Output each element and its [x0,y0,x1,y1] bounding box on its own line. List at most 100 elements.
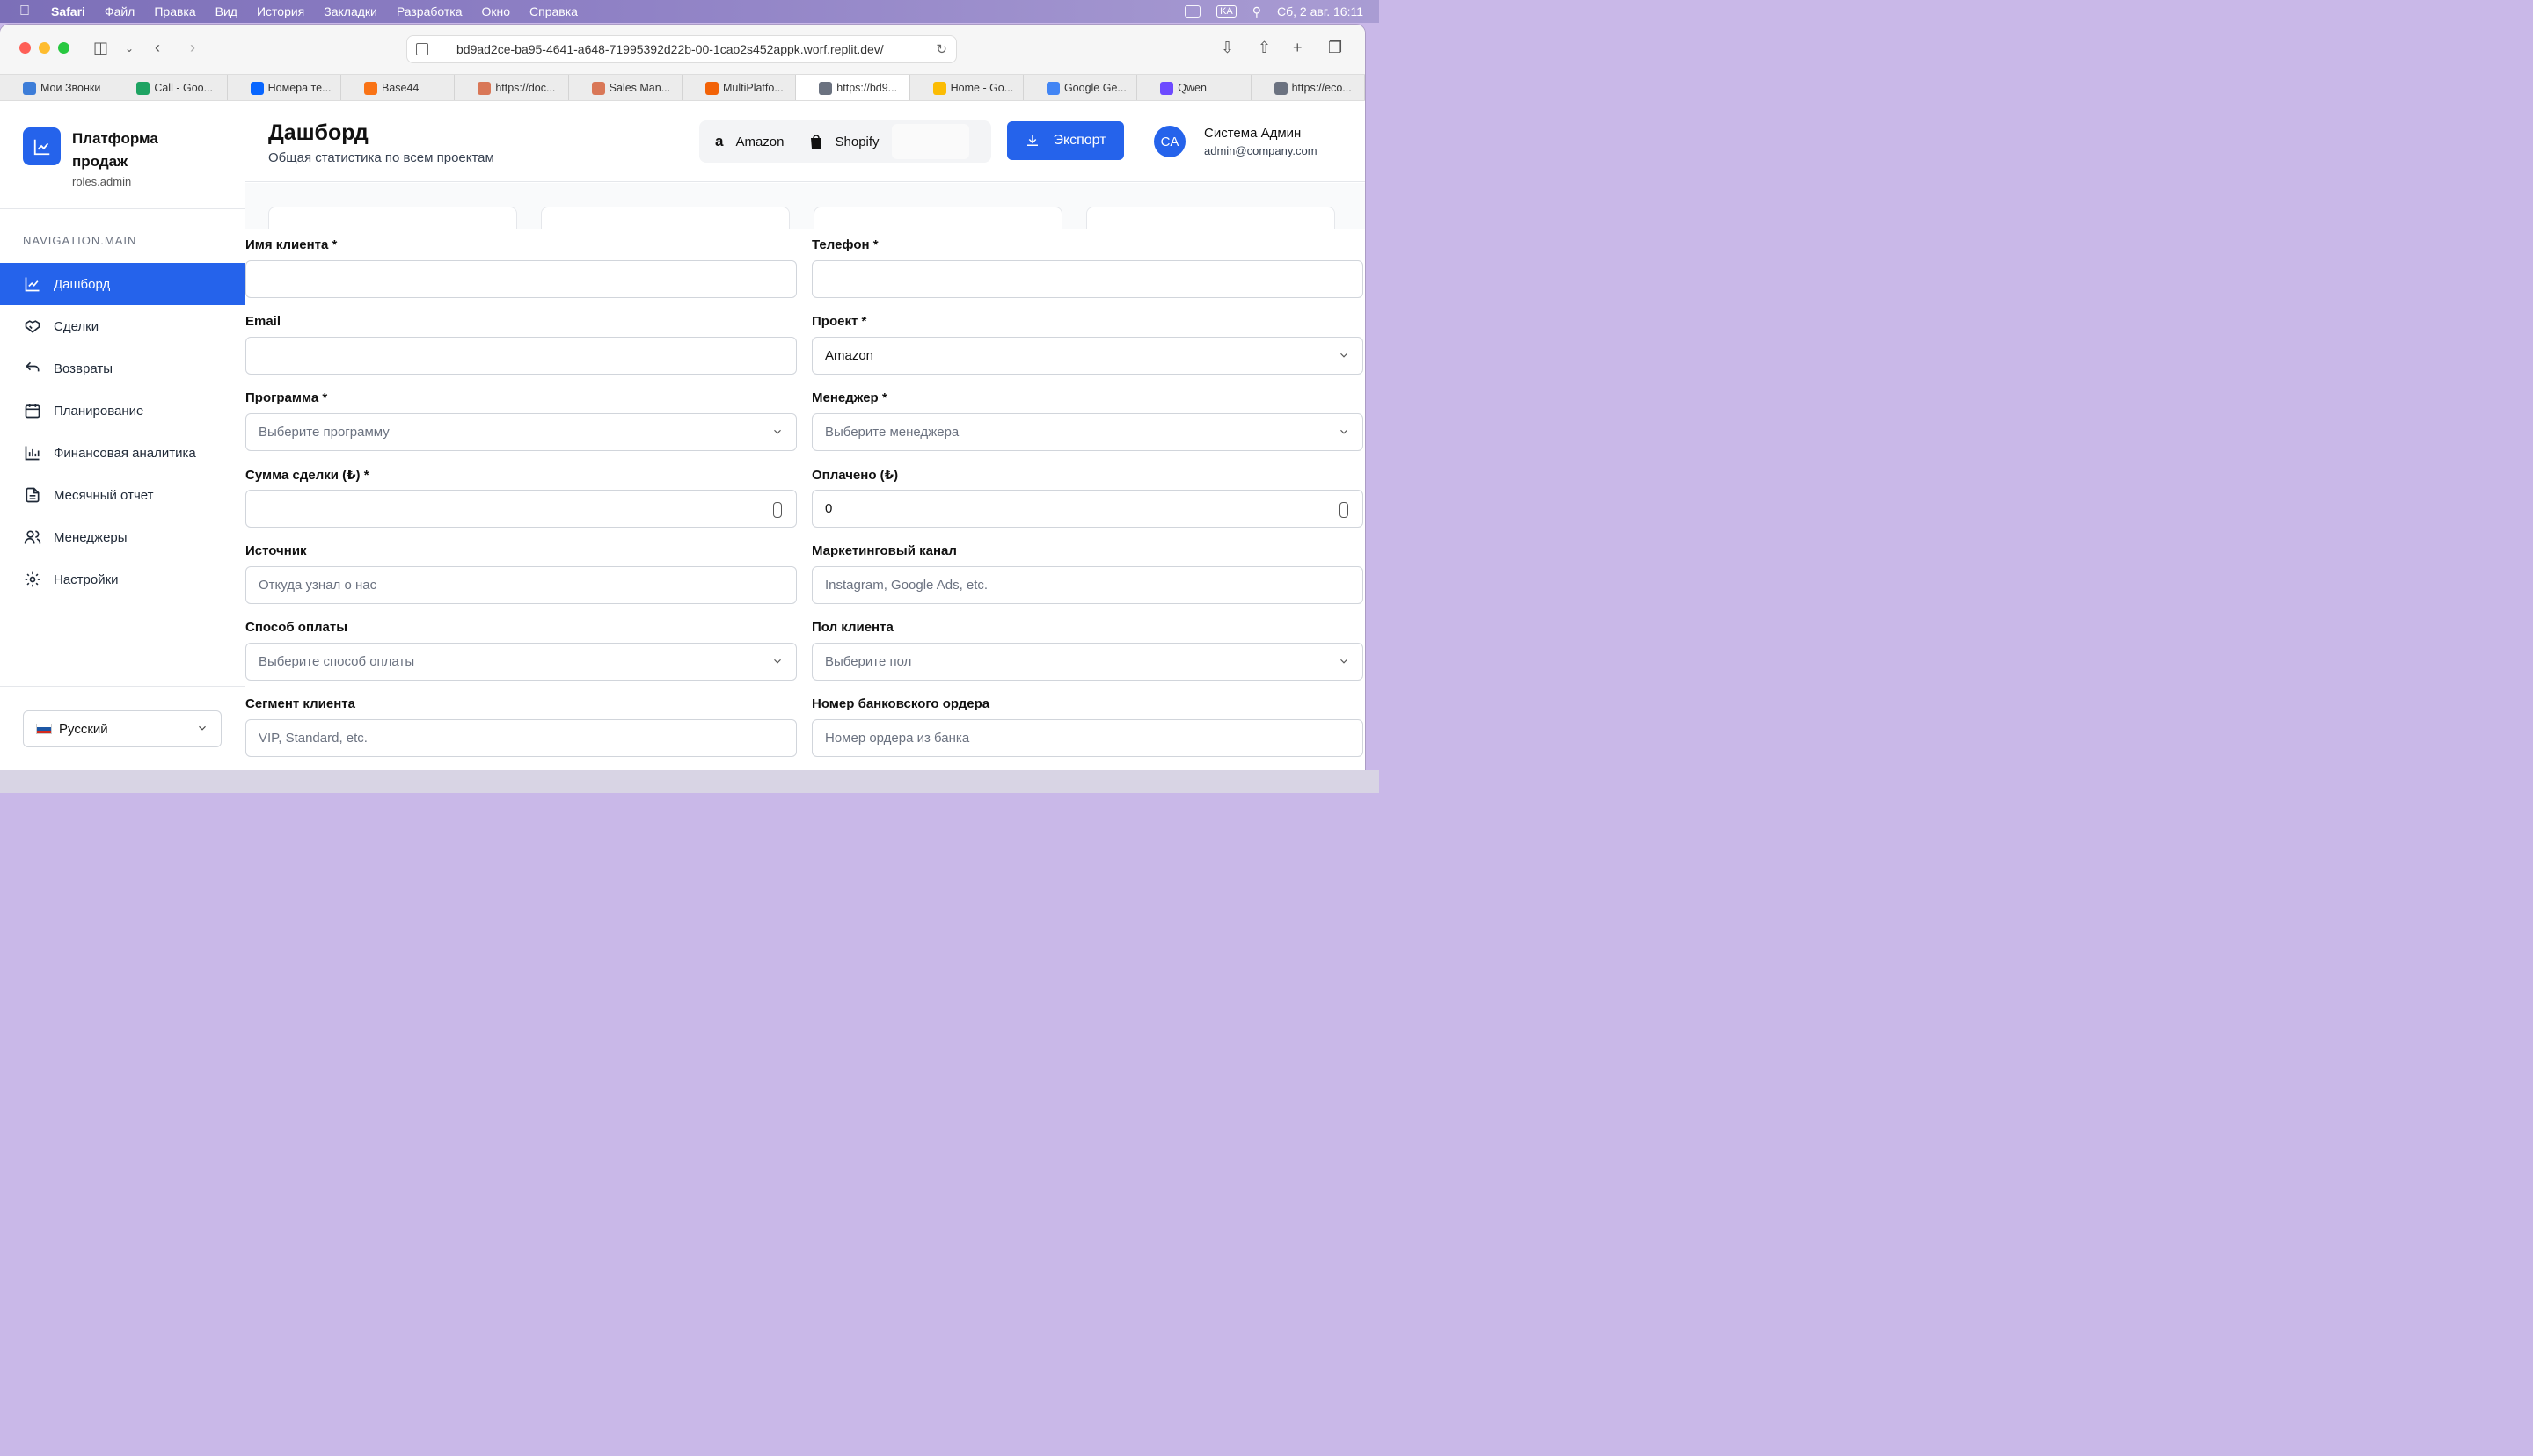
favicon-icon [136,82,150,95]
menu-window[interactable]: Окно [481,4,510,18]
marketing-channel-field: Маркетинговый канал Instagram, Google Ad… [812,543,1363,604]
keyboard-layout-badge[interactable]: KA [1216,5,1237,18]
address-bar[interactable]: bd9ad2ce-ba95-4641-a648-71995392d22b-00-… [406,35,957,63]
project-shopify-button[interactable]: Shopify [797,124,892,159]
sidebar-item-dashboard[interactable]: Дашборд [0,263,245,305]
tab-label: Номера те... [267,81,332,94]
menu-edit[interactable]: Правка [154,4,195,18]
search-icon[interactable]: ⚲ [1252,4,1261,19]
project-select[interactable]: Amazon [812,337,1363,375]
chevron-down-icon [1340,659,1347,664]
download-icon [1027,135,1039,146]
program-field: Программа * Выберите программу [245,390,797,451]
payment-method-select[interactable]: Выберите способ оплаты [245,643,797,681]
share-icon[interactable]: ⇧ [1258,39,1271,57]
program-select[interactable]: Выберите программу [245,413,797,451]
email-input[interactable] [245,337,797,375]
russia-flag-icon [36,724,52,734]
tab-label: Sales Man... [609,81,671,94]
tab-label: Google Ge... [1063,81,1127,94]
browser-tab[interactable]: Home - Go... [910,75,1024,100]
apple-icon[interactable]:  [19,4,37,19]
language-label: Русский [59,721,108,737]
favicon-icon [819,82,833,95]
menu-help[interactable]: Справка [529,4,578,18]
source-input[interactable]: Откуда узнал о нас [245,566,797,604]
brand: Платформа продаж roles.admin [23,127,186,188]
browser-tab[interactable]: Google Ge... [1024,75,1138,100]
datetime[interactable]: Сб, 2 авг. 16:11 [1277,4,1363,18]
field-label: Оплачено (₺) [812,468,899,483]
minimize-window-button[interactable] [39,42,50,54]
menu-bookmarks[interactable]: Закладки [324,4,377,18]
chevron-down-icon [774,659,781,664]
browser-tab[interactable]: https://doc... [455,75,569,100]
chevron-down-icon [1340,353,1347,358]
marketing-channel-input[interactable]: Instagram, Google Ads, etc. [812,566,1363,604]
battery-icon[interactable] [1185,5,1201,18]
sidebar-item-settings[interactable]: Настройки [0,558,245,601]
user-name: Система Админ [1204,126,1302,141]
close-window-button[interactable] [19,42,31,54]
sidebar-item-managers[interactable]: Менеджеры [0,516,245,558]
client-segment-input[interactable]: VIP, Standard, etc. [245,719,797,757]
deal-amount-input[interactable] [245,490,797,528]
browser-tab[interactable]: Sales Man... [569,75,683,100]
page-settings-icon[interactable] [416,43,428,55]
back-icon[interactable]: ‹ [155,39,160,57]
field-label: Пол клиента [812,620,894,635]
browser-tab[interactable]: Base44 [341,75,456,100]
favicon-icon [1160,82,1174,95]
browser-tab[interactable]: MultiPlatfo... [683,75,797,100]
sidebar-toggle-icon[interactable]: ◫ [93,39,108,57]
forward-icon[interactable]: › [190,39,195,57]
phone-input[interactable] [812,260,1363,298]
favicon-icon [932,82,946,95]
browser-tab[interactable]: https://bd9... [796,75,910,100]
browser-tab[interactable]: Qwen [1137,75,1252,100]
zoom-window-button[interactable] [58,42,69,54]
downloads-icon[interactable]: ⇩ [1221,39,1234,57]
sidebar-item-label: Дашборд [54,276,111,292]
browser-tab[interactable]: Номера те... [228,75,341,100]
email-field: Email [245,314,797,375]
bank-order-input[interactable]: Номер ордера из банка [812,719,1363,757]
brand-logo-icon [23,127,61,165]
browser-tab[interactable]: Call - Goo... [113,75,228,100]
menu-file[interactable]: Файл [105,4,135,18]
sidebar-item-deals[interactable]: Сделки [0,305,245,347]
menu-app[interactable]: Safari [51,4,85,18]
language-select[interactable]: Русский [23,710,222,747]
number-stepper-icon[interactable] [773,502,782,518]
field-label: Номер банковского ордера [812,696,990,711]
browser-tab[interactable]: https://eco... [1252,75,1365,100]
sidebar-item-returns[interactable]: Возвраты [0,347,245,389]
sidebar-item-planning[interactable]: Планирование [0,389,245,432]
sidebar-item-finance[interactable]: Финансовая аналитика [0,432,245,474]
number-stepper-icon[interactable] [1339,502,1348,518]
tab-label: https://eco... [1291,81,1352,94]
amazon-icon: a [715,133,724,149]
tab-overview-icon[interactable]: ❐ [1328,39,1342,57]
project-all-button[interactable] [891,124,969,159]
client-segment-field: Сегмент клиента VIP, Standard, etc. [245,696,797,757]
field-label: Сумма сделки (₺) * [245,468,369,483]
export-button[interactable]: Экспорт [1007,121,1124,160]
project-amazon-button[interactable]: a Amazon [703,124,797,159]
menu-view[interactable]: Вид [215,4,237,18]
reload-icon[interactable]: ↻ [936,41,947,57]
avatar[interactable]: CA [1154,126,1186,157]
handshake-icon [25,320,40,333]
field-label: Email [245,314,281,329]
paid-input[interactable]: 0 [812,490,1363,528]
chevron-down-icon[interactable]: ⌄ [125,42,134,55]
client-name-input[interactable] [245,260,797,298]
menu-history[interactable]: История [257,4,304,18]
sidebar-item-monthly-report[interactable]: Месячный отчет [0,474,245,516]
menu-develop[interactable]: Разработка [397,4,463,18]
client-gender-select[interactable]: Выберите пол [812,643,1363,681]
browser-tab[interactable]: Мои Звонки [0,75,114,100]
page-subtitle: Общая статистика по всем проектам [268,150,494,165]
manager-select[interactable]: Выберите менеджера [812,413,1363,451]
new-tab-icon[interactable]: + [1293,39,1303,57]
